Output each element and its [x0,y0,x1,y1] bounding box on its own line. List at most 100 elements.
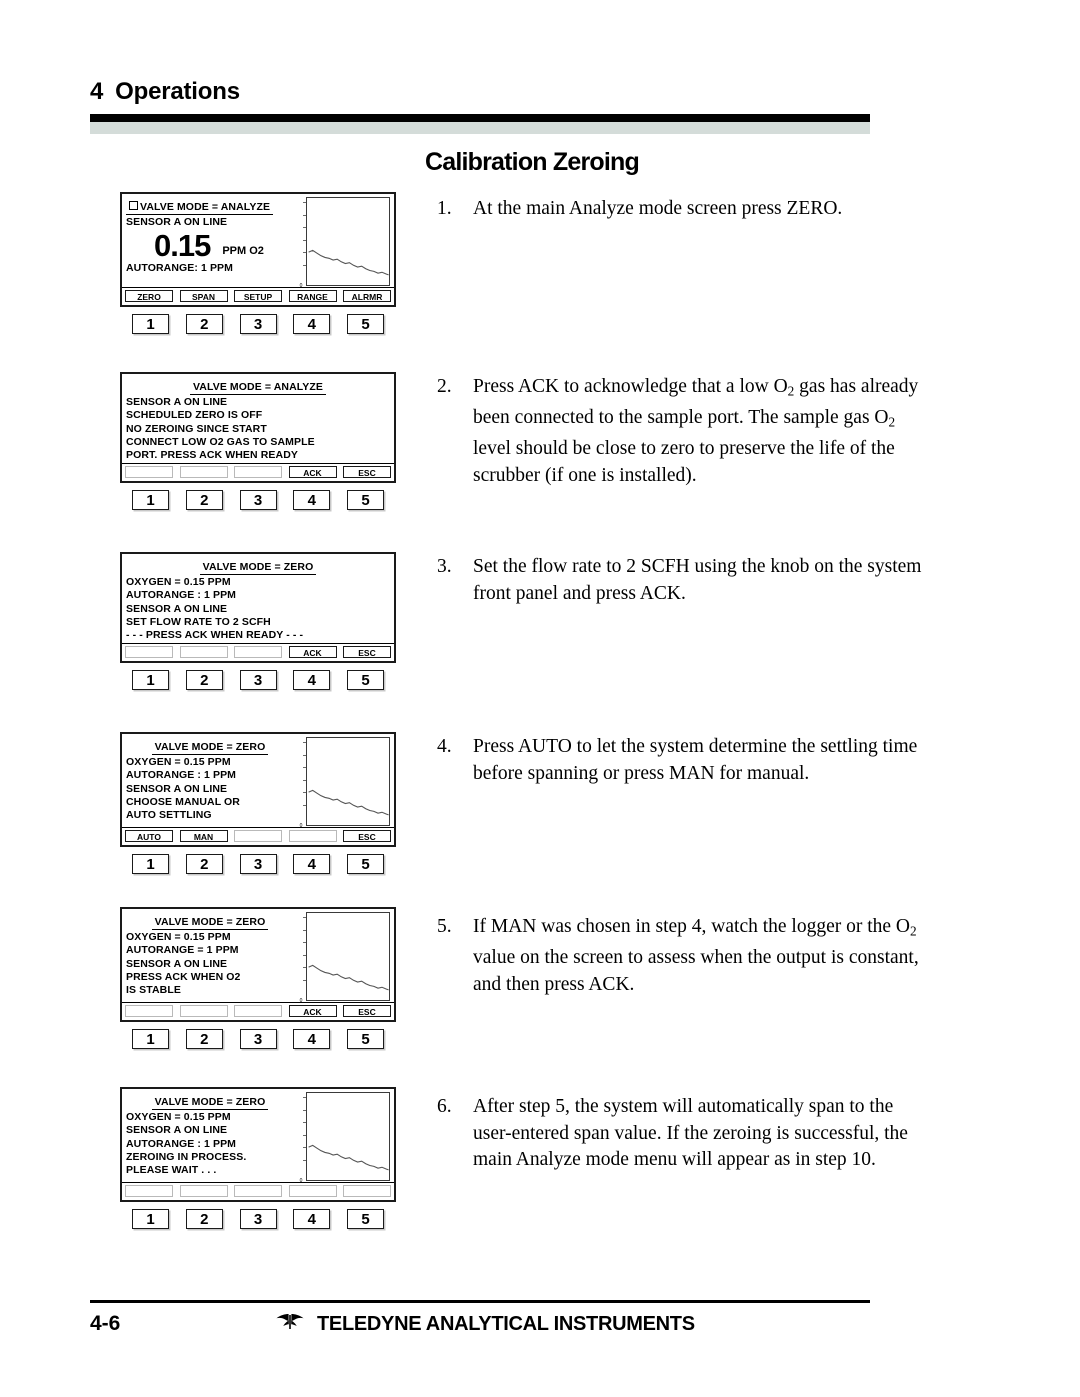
softkey-span[interactable]: SPAN [179,290,228,303]
keypad-button-3[interactable]: 3 [239,670,277,691]
softkey-empty-1 [125,646,173,659]
step-number: 5. [437,916,452,937]
step-text: Set the flow rate to 2 SCFH using the kn… [473,556,922,604]
softkey-ack[interactable]: ACK [288,1005,337,1018]
lcd-autorange-line: AUTORANGE: 1 PPM [126,262,233,275]
keypad-button-5[interactable]: 5 [347,314,384,335]
keypad-button-5[interactable]: 5 [347,1209,384,1230]
softkey-empty-5 [343,1185,391,1198]
softkey-auto[interactable]: AUTO [125,830,173,843]
softkey-ack[interactable]: ACK [288,646,337,659]
softkey-zero[interactable]: ZERO [125,290,173,303]
keypad-button-2[interactable]: 2 [185,670,223,691]
softkey-man[interactable]: MAN [179,830,228,843]
keypad-row: 12345 [132,1029,384,1050]
page-title: Calibration Zeroing [425,148,640,176]
keypad-button-3[interactable]: 3 [239,1209,277,1230]
keypad-button-1[interactable]: 1 [132,1029,169,1050]
keypad-row: 12345 [132,670,384,691]
keypad-button-1[interactable]: 1 [132,490,169,511]
header-rule-black [90,114,870,122]
trend-graph-plot [306,912,390,1002]
softkey-empty-3 [234,1185,282,1198]
keypad-button-2[interactable]: 2 [185,1029,223,1050]
softkey-empty-3 [234,646,282,659]
keypad-button-4[interactable]: 4 [293,854,331,875]
lcd-line: AUTORANGE : 1 PPM [126,1137,237,1150]
page-number: 4-6 [90,1312,121,1335]
softkey-empty-2 [179,1185,228,1198]
step-number: 2. [437,376,452,397]
keypad-button-3[interactable]: 3 [239,314,277,335]
trend-graph-plot [306,1092,390,1182]
softkey-esc[interactable]: ESC [343,830,391,843]
device-figure-column: VALVE MODE = ANALYZE SENSOR A ON LINE 0.15… [120,192,400,1252]
step-text: If MAN was chosen in step 4, watch the l… [473,916,919,995]
keypad-button-4[interactable]: 4 [293,670,331,691]
lcd-line: OXYGEN = 0.15 PPM [126,931,231,944]
keypad-button-3[interactable]: 3 [239,1029,277,1050]
softkey-esc[interactable]: ESC [343,466,391,479]
company-name: TELEDYNE ANALYTICAL INSTRUMENTS [317,1312,695,1335]
step-number: 4. [437,736,452,757]
valve-status-icon [129,201,138,210]
keypad-button-3[interactable]: 3 [239,490,277,511]
keypad-button-2[interactable]: 2 [185,1209,223,1230]
lcd-line: CHOOSE MANUAL OR [126,795,240,808]
lcd-line: SENSOR A ON LINE [126,782,228,795]
keypad-button-4[interactable]: 4 [293,1209,331,1230]
step-text: At the main Analyze mode screen press ZE… [473,198,843,219]
lcd-screen: VALVE MODE = ZERO OXYGEN = 0.15 PPM AUTORA… [120,552,396,664]
instruction-step-2: 2. Press ACK to acknowledge that a low O2… [437,374,932,489]
footer-brand: TELEDYNE ANALYTICAL INSTRUMENTS [275,1313,695,1336]
lcd-line: CONNECT LOW O2 GAS TO SAMPLE [126,435,315,448]
lcd-line: - - - PRESS ACK WHEN READY - - - [126,629,304,642]
keypad-button-4[interactable]: 4 [293,314,331,335]
keypad-button-2[interactable]: 2 [185,314,223,335]
lcd-line: IS STABLE [126,984,181,997]
softkey-empty-2 [179,646,228,659]
axis-zero-label: 0 [299,283,303,290]
lcd-line: AUTORANGE : 1 PPM [126,589,237,602]
keypad-button-2[interactable]: 2 [185,490,223,511]
lcd-title-text: VALVE MODE = ZERO [154,741,266,753]
softkey-row: AUTO MAN ESC [122,827,394,845]
softkey-ack[interactable]: ACK [288,466,337,479]
keypad-button-3[interactable]: 3 [239,854,277,875]
keypad-button-4[interactable]: 4 [293,1029,331,1050]
softkey-alrmr[interactable]: ALRMR [343,290,391,303]
lcd-title-text: VALVE MODE = ANALYZE [140,201,271,213]
trend-graph: 0 [298,912,390,1004]
lcd-line: ZEROING IN PROCESS. [126,1150,247,1163]
axis-zero-label: 0 [299,823,303,830]
softkey-range[interactable]: RANGE [288,290,337,303]
lcd-line: PLEASE WAIT . . . [126,1164,217,1177]
softkey-setup[interactable]: SETUP [234,290,282,303]
softkey-esc[interactable]: ESC [343,646,391,659]
keypad-button-5[interactable]: 5 [347,854,384,875]
lcd-title: VALVE MODE = ZERO [151,741,269,756]
lcd-title: VALVE MODE = ANALYZE [126,201,274,216]
lcd-screen: VALVE MODE = ANALYZE SENSOR A ON LINE 0.15… [120,192,396,308]
keypad-button-5[interactable]: 5 [347,490,384,511]
lcd-line: OXYGEN = 0.15 PPM [126,756,231,769]
lcd-line: SENSOR A ON LINE [126,396,228,409]
panel-press-ack-stable: VALVE MODE = ZERO OXYGEN = 0.15 PPM AUTORA… [120,907,396,1050]
panel-zeroing-in-process: VALVE MODE = ZERO OXYGEN = 0.15 PPM SENSOR… [120,1087,396,1230]
lcd-line: NO ZEROING SINCE START [126,422,267,435]
instruction-step-4: 4. Press AUTO to let the system determine… [437,734,932,787]
panel-set-flow: VALVE MODE = ZERO OXYGEN = 0.15 PPM AUTORA… [120,552,396,691]
keypad-button-1[interactable]: 1 [132,1209,169,1230]
keypad-button-1[interactable]: 1 [132,314,169,335]
chapter-title: Operations [115,78,240,105]
softkey-esc[interactable]: ESC [343,1005,391,1018]
keypad-button-4[interactable]: 4 [293,490,331,511]
keypad-button-1[interactable]: 1 [132,854,169,875]
keypad-button-1[interactable]: 1 [132,670,169,691]
keypad-button-5[interactable]: 5 [347,670,384,691]
reading-units: PPM O2 [222,245,264,258]
keypad-button-2[interactable]: 2 [185,854,223,875]
keypad-button-5[interactable]: 5 [347,1029,384,1050]
lcd-line: SENSOR A ON LINE [126,1124,228,1137]
trend-graph-plot [306,737,390,827]
